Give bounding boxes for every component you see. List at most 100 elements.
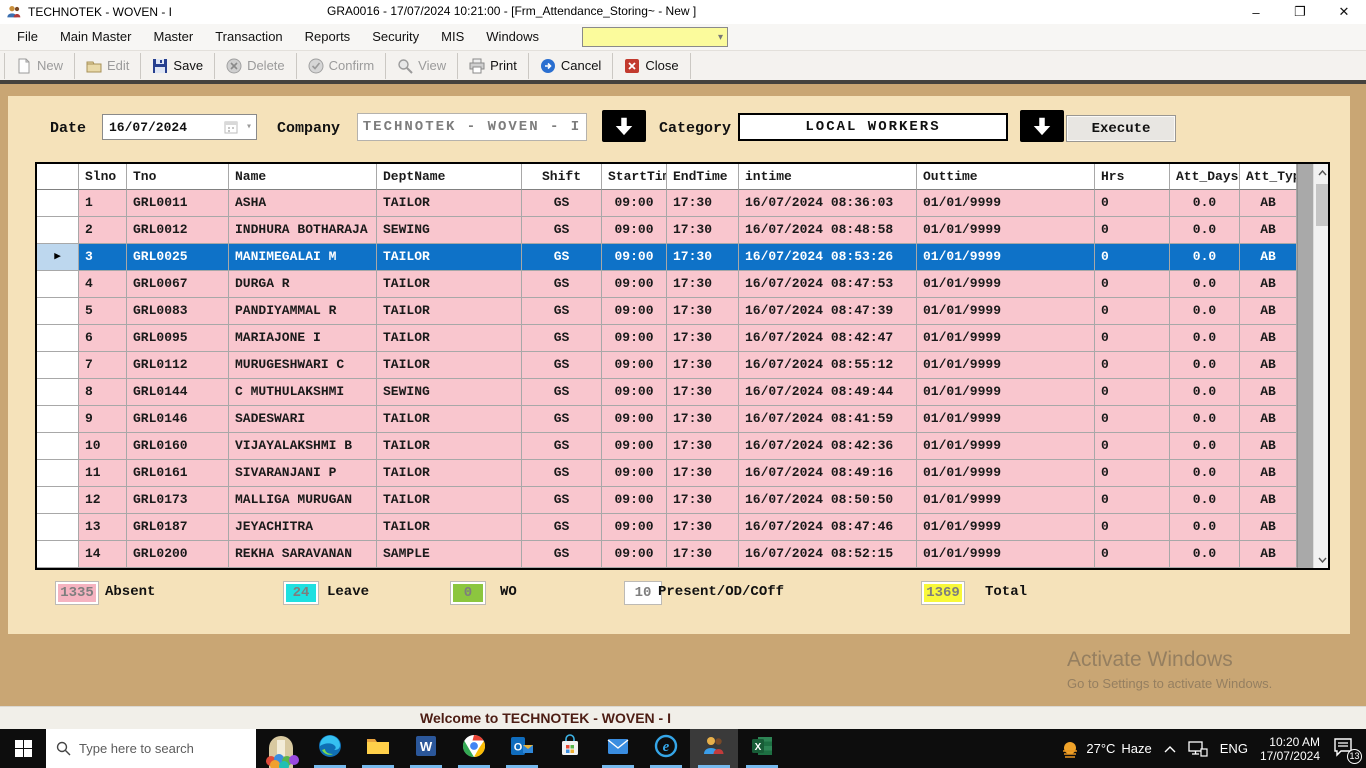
grid-cell[interactable]: 0: [1095, 352, 1170, 379]
grid-cell[interactable]: GRL0200: [127, 541, 229, 568]
grid-cell[interactable]: GS: [522, 190, 602, 217]
column-header-tno[interactable]: Tno: [127, 164, 229, 190]
grid-cell[interactable]: 0.0: [1170, 352, 1240, 379]
grid-cell[interactable]: GRL0011: [127, 190, 229, 217]
grid-cell[interactable]: GS: [522, 352, 602, 379]
column-header-shift[interactable]: Shift: [522, 164, 602, 190]
column-header-starttime[interactable]: StartTime: [602, 164, 667, 190]
table-row[interactable]: 1 GRL0011 ASHA TAILOR GS 09:00 17:30 16/07/2024…: [37, 190, 1297, 217]
grid-cell[interactable]: 0: [1095, 514, 1170, 541]
grid-cell[interactable]: TAILOR: [377, 514, 522, 541]
grid-cell[interactable]: PANDIYAMMAL R: [229, 298, 377, 325]
grid-cell[interactable]: MALLIGA MURUGAN: [229, 487, 377, 514]
grid-cell[interactable]: 16/07/2024 08:47:39: [739, 298, 917, 325]
grid-cell[interactable]: 17:30: [667, 352, 739, 379]
start-button[interactable]: [0, 729, 46, 768]
people-app-taskbar-button[interactable]: [690, 729, 738, 768]
grid-cell[interactable]: 09:00: [602, 487, 667, 514]
grid-cell[interactable]: GRL0067: [127, 271, 229, 298]
grid-cell[interactable]: 0.0: [1170, 406, 1240, 433]
grid-cell[interactable]: GS: [522, 541, 602, 568]
grid-cell[interactable]: 0: [1095, 298, 1170, 325]
menu-item-security[interactable]: Security: [361, 24, 430, 50]
grid-cell[interactable]: 7: [79, 352, 127, 379]
grid-cell[interactable]: 17:30: [667, 460, 739, 487]
tray-chevron-up-icon[interactable]: [1164, 745, 1176, 753]
grid-cell[interactable]: TAILOR: [377, 487, 522, 514]
grid-cell[interactable]: GS: [522, 514, 602, 541]
row-indicator[interactable]: [37, 514, 79, 541]
grid-cell[interactable]: TAILOR: [377, 298, 522, 325]
grid-cell[interactable]: TAILOR: [377, 406, 522, 433]
grid-cell[interactable]: AB: [1240, 460, 1297, 487]
grid-cell[interactable]: 09:00: [602, 460, 667, 487]
row-indicator[interactable]: [37, 406, 79, 433]
row-indicator[interactable]: [37, 487, 79, 514]
table-row[interactable]: 10 GRL0160 VIJAYALAKSHMI B TAILOR GS 09:00 17:…: [37, 433, 1297, 460]
category-field[interactable]: LOCAL WORKERS: [738, 113, 1008, 141]
grid-cell[interactable]: AB: [1240, 325, 1297, 352]
grid-cell[interactable]: GS: [522, 379, 602, 406]
chrome-taskbar-button[interactable]: [450, 729, 498, 768]
scroll-down-icon[interactable]: [1314, 551, 1329, 568]
table-row[interactable]: 7 GRL0112 MURUGESHWARI C TAILOR GS 09:00 17:30…: [37, 352, 1297, 379]
grid-cell[interactable]: GRL0160: [127, 433, 229, 460]
grid-cell[interactable]: MURUGESHWARI C: [229, 352, 377, 379]
row-indicator[interactable]: [37, 271, 79, 298]
menu-item-master[interactable]: Master: [142, 24, 204, 50]
grid-cell[interactable]: AB: [1240, 271, 1297, 298]
grid-cell[interactable]: 0.0: [1170, 460, 1240, 487]
column-header-hrs[interactable]: Hrs: [1095, 164, 1170, 190]
menu-item-file[interactable]: File: [6, 24, 49, 50]
grid-cell[interactable]: AB: [1240, 487, 1297, 514]
grid-cell[interactable]: JEYACHITRA: [229, 514, 377, 541]
mail-taskbar-button[interactable]: [594, 729, 642, 768]
grid-cell[interactable]: 01/01/9999: [917, 352, 1095, 379]
grid-cell[interactable]: MANIMEGALAI M: [229, 244, 377, 271]
grid-cell[interactable]: 10: [79, 433, 127, 460]
grid-cell[interactable]: 2: [79, 217, 127, 244]
grid-cell[interactable]: 6: [79, 325, 127, 352]
grid-cell[interactable]: 4: [79, 271, 127, 298]
grid-cell[interactable]: SEWING: [377, 379, 522, 406]
store-taskbar-button[interactable]: [546, 729, 594, 768]
grid-cell[interactable]: 5: [79, 298, 127, 325]
table-row[interactable]: 6 GRL0095 MARIAJONE I TAILOR GS 09:00 17:30 16/…: [37, 325, 1297, 352]
grid-cell[interactable]: 16/07/2024 08:36:03: [739, 190, 917, 217]
column-header-slno[interactable]: Slno: [79, 164, 127, 190]
row-indicator[interactable]: [37, 541, 79, 568]
row-indicator[interactable]: [37, 217, 79, 244]
grid-cell[interactable]: 09:00: [602, 433, 667, 460]
grid-cell[interactable]: 16/07/2024 08:47:46: [739, 514, 917, 541]
grid-cell[interactable]: VIJAYALAKSHMI B: [229, 433, 377, 460]
grid-cell[interactable]: 17:30: [667, 487, 739, 514]
grid-cell[interactable]: 0.0: [1170, 217, 1240, 244]
row-indicator[interactable]: [37, 352, 79, 379]
row-indicator[interactable]: [37, 379, 79, 406]
cancel-button[interactable]: Cancel: [529, 52, 614, 79]
grid-cell[interactable]: 0: [1095, 487, 1170, 514]
grid-cell[interactable]: GS: [522, 244, 602, 271]
network-icon[interactable]: [1188, 740, 1208, 757]
grid-cell[interactable]: 01/01/9999: [917, 487, 1095, 514]
grid-cell[interactable]: SAMPLE: [377, 541, 522, 568]
word-taskbar-button[interactable]: W: [402, 729, 450, 768]
grid-cell[interactable]: TAILOR: [377, 460, 522, 487]
grid-cell[interactable]: C MUTHULAKSHMI: [229, 379, 377, 406]
date-input[interactable]: 16/07/2024 ▾: [102, 114, 257, 140]
grid-cell[interactable]: GS: [522, 217, 602, 244]
company-field[interactable]: TECHNOTEK - WOVEN - I: [357, 113, 587, 141]
grid-cell[interactable]: GRL0146: [127, 406, 229, 433]
grid-cell[interactable]: GS: [522, 325, 602, 352]
grid-cell[interactable]: SADESWARI: [229, 406, 377, 433]
grid-cell[interactable]: 01/01/9999: [917, 244, 1095, 271]
scroll-up-icon[interactable]: [1314, 164, 1329, 181]
calendar-icon[interactable]: [224, 120, 238, 134]
grid-cell[interactable]: 9: [79, 406, 127, 433]
grid-cell[interactable]: GRL0025: [127, 244, 229, 271]
grid-cell[interactable]: 01/01/9999: [917, 541, 1095, 568]
grid-cell[interactable]: GS: [522, 433, 602, 460]
grid-cell[interactable]: 0: [1095, 433, 1170, 460]
vertical-scrollbar[interactable]: [1312, 164, 1329, 568]
grid-cell[interactable]: 01/01/9999: [917, 406, 1095, 433]
